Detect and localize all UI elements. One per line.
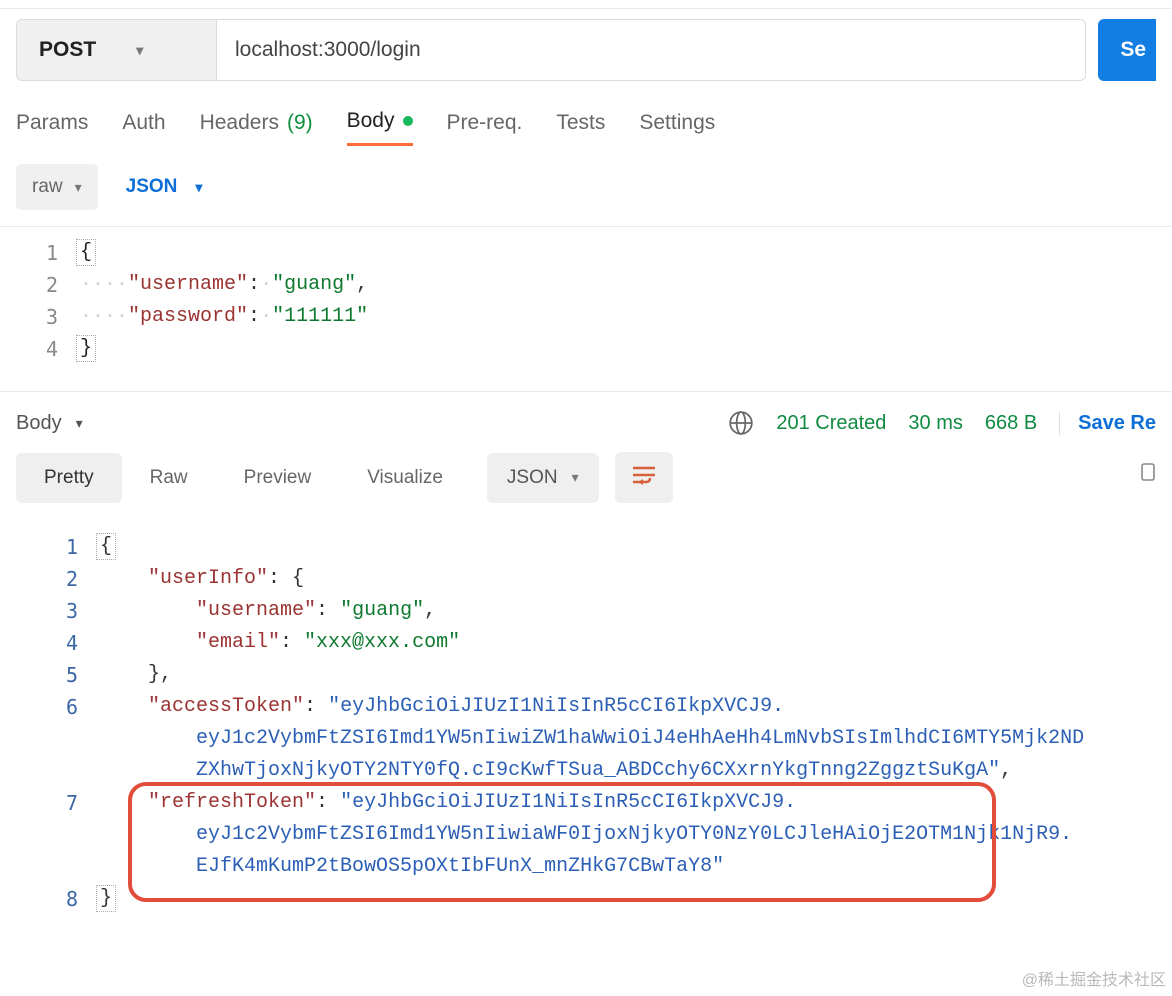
body-type-select[interactable]: JSON ▾ bbox=[118, 164, 211, 210]
headers-count: (9) bbox=[287, 111, 313, 135]
chevron-down-icon: ▾ bbox=[572, 469, 579, 486]
response-header: Body ▾ 201 Created 30 ms 668 B Save Re bbox=[0, 392, 1172, 448]
res-tab-pretty[interactable]: Pretty bbox=[16, 453, 122, 503]
body-mode-select[interactable]: raw ▾ bbox=[16, 164, 98, 210]
tab-auth[interactable]: Auth bbox=[122, 109, 165, 146]
request-line: POST ▾ localhost:3000/login bbox=[16, 19, 1086, 81]
tab-headers[interactable]: Headers (9) bbox=[200, 109, 313, 146]
response-time[interactable]: 30 ms bbox=[908, 412, 962, 435]
res-tab-visualize[interactable]: Visualize bbox=[339, 453, 471, 503]
tab-tests[interactable]: Tests bbox=[556, 109, 605, 146]
request-body-editor[interactable]: 1{ 2····"username":·"guang", 3····"passw… bbox=[0, 227, 1172, 392]
globe-icon[interactable] bbox=[728, 410, 754, 436]
url-value: localhost:3000/login bbox=[235, 38, 421, 62]
res-tab-preview[interactable]: Preview bbox=[216, 453, 340, 503]
wrap-icon bbox=[631, 464, 657, 486]
chevron-down-icon: ▾ bbox=[76, 415, 83, 432]
tab-prereq[interactable]: Pre-req. bbox=[447, 109, 523, 146]
request-tabs: Params Auth Headers (9) Body Pre-req. Te… bbox=[0, 81, 1172, 146]
method-select[interactable]: POST ▾ bbox=[17, 20, 217, 80]
res-tab-raw[interactable]: Raw bbox=[122, 453, 216, 503]
response-body-viewer[interactable]: 1{ 2 "userInfo": { 3 "username": "guang"… bbox=[0, 517, 1172, 925]
status-code[interactable]: 201 Created bbox=[776, 412, 886, 435]
dot-icon bbox=[403, 116, 413, 126]
send-button[interactable]: Se bbox=[1098, 19, 1156, 81]
response-section-select[interactable]: Body ▾ bbox=[16, 412, 83, 435]
save-response-button[interactable]: Save Re bbox=[1059, 412, 1156, 435]
chevron-down-icon: ▾ bbox=[195, 179, 202, 196]
tab-params[interactable]: Params bbox=[16, 109, 88, 146]
copy-icon[interactable] bbox=[1138, 460, 1156, 490]
response-size[interactable]: 668 B bbox=[985, 412, 1037, 435]
tab-settings[interactable]: Settings bbox=[639, 109, 715, 146]
response-type-select[interactable]: JSON ▾ bbox=[487, 453, 599, 503]
wrap-lines-button[interactable] bbox=[615, 452, 673, 503]
watermark: @稀土掘金技术社区 bbox=[1022, 966, 1166, 990]
chevron-down-icon: ▾ bbox=[136, 42, 143, 59]
tab-body[interactable]: Body bbox=[347, 109, 413, 146]
body-subbar: raw ▾ JSON ▾ bbox=[0, 146, 1172, 226]
method-value: POST bbox=[39, 38, 96, 62]
url-input[interactable]: localhost:3000/login bbox=[217, 20, 1085, 80]
chevron-down-icon: ▾ bbox=[75, 179, 82, 196]
response-subbar: Pretty Raw Preview Visualize JSON ▾ bbox=[0, 448, 1172, 517]
